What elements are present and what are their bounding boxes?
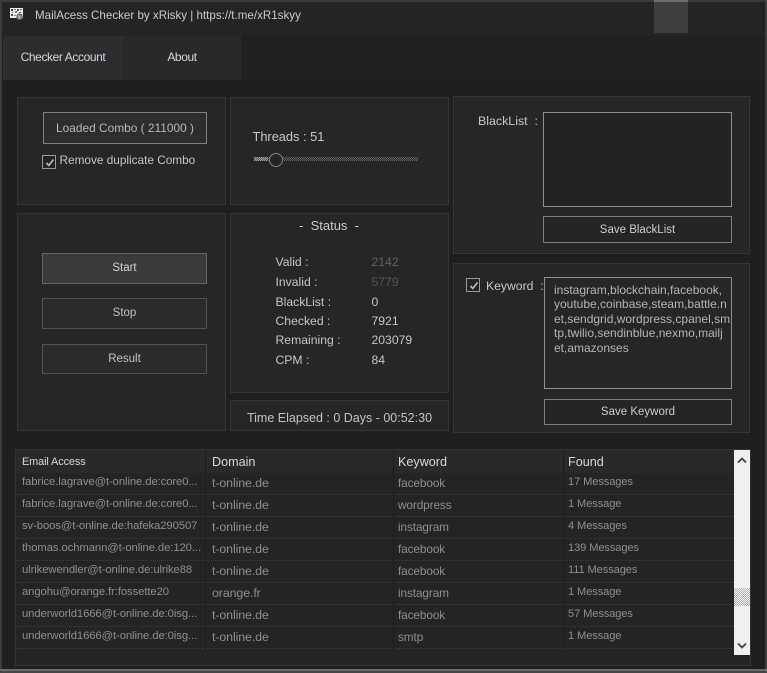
svg-text:@: @ [17,15,22,20]
